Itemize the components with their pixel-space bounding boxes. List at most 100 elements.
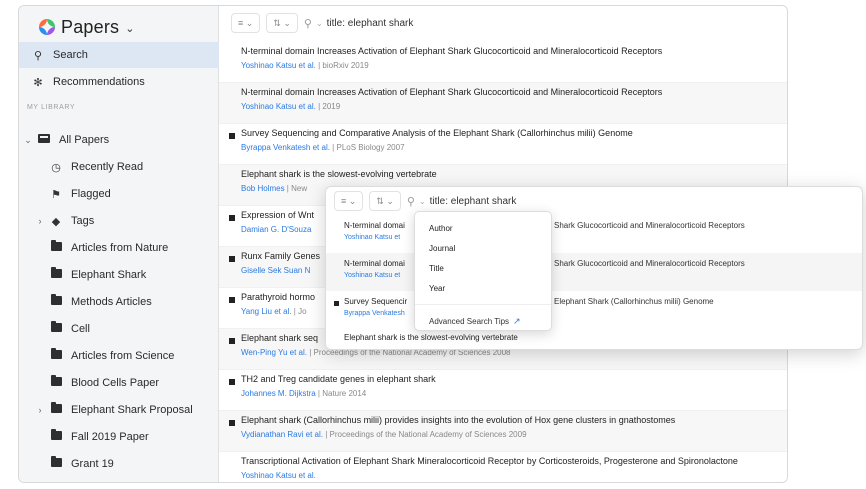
result-row[interactable]: Survey Sequencing and Comparative Analys… <box>219 124 787 165</box>
unread-marker-icon <box>334 301 339 306</box>
sidebar-item-label: Elephant Shark Proposal <box>71 404 193 416</box>
menu-item-label: Advanced Search Tips <box>429 316 510 326</box>
result-title: Elephant shark is the slowest-evolving v… <box>344 333 518 342</box>
menu-item-year[interactable]: Year <box>415 278 551 298</box>
result-title: TH2 and Treg candidate genes in elephant… <box>241 374 436 384</box>
chevron-right-icon[interactable]: › <box>35 405 45 415</box>
result-source: | Proceedings of the National Academy of… <box>322 430 527 439</box>
search-icon: ⚲ <box>303 17 312 30</box>
app-switcher[interactable]: Papers ⌄ <box>39 14 134 40</box>
search-icon: ⚲ <box>33 49 43 62</box>
result-row[interactable]: Elephant shark (Callorhinchus milii) pro… <box>219 411 787 452</box>
search-bar[interactable]: ⚲ ⌄ title: elephant shark <box>304 13 775 33</box>
sidebar-item-recommendations[interactable]: ✻ Recommendations <box>19 69 219 95</box>
smart-folder-icon <box>49 348 63 362</box>
sidebar-item-label: Grant 19 <box>71 458 114 470</box>
sidebar-item-methods-articles[interactable]: Methods Articles <box>19 289 219 315</box>
result-title: N-terminal domain Increases Activation o… <box>241 87 663 97</box>
result-row[interactable]: N-terminal domain Increases Activation o… <box>219 83 787 124</box>
search-input[interactable]: title: elephant shark <box>327 18 414 29</box>
sidebar-item-label: Tags <box>71 215 95 227</box>
result-author[interactable]: Yoshinao Katsu et al. <box>241 471 316 480</box>
result-row[interactable]: TH2 and Treg candidate genes in elephant… <box>219 370 787 411</box>
result-source: | Nature 2014 <box>315 389 367 398</box>
search-bar[interactable]: ⚲ ⌄ title: elephant shark <box>407 191 850 211</box>
search-input[interactable]: title: elephant shark <box>430 196 517 207</box>
result-source: | Jo <box>291 307 307 316</box>
tag-icon: ◆ <box>51 215 61 228</box>
chevron-down-icon: ⌄ <box>125 23 135 35</box>
sidebar-item-label: Cell <box>71 323 90 335</box>
result-title-continued: Shark Glucocorticoid and Mineralocortico… <box>554 221 745 230</box>
result-title-continued: Shark Glucocorticoid and Mineralocortico… <box>554 259 745 268</box>
sidebar-item-articles-from-nature[interactable]: Articles from Nature <box>19 235 219 261</box>
result-row[interactable]: N-terminal domai Yoshinao Katsu et Shark… <box>326 215 862 253</box>
sidebar-item-blood-cells-paper[interactable]: Blood Cells Paper <box>19 370 219 396</box>
unread-marker-icon <box>229 215 235 221</box>
sidebar-item-elephant-shark[interactable]: Elephant Shark <box>19 262 219 288</box>
menu-divider <box>415 304 551 305</box>
smart-folder-icon <box>49 321 63 335</box>
sidebar-item-elephant-shark-proposal[interactable]: › Elephant Shark Proposal <box>19 397 219 423</box>
sidebar-item-label: All Papers <box>59 134 110 146</box>
search-scope-dropdown[interactable]: ⌄ <box>419 197 426 206</box>
sort-button[interactable]: ⇅ ⌄ <box>369 191 401 211</box>
folder-icon <box>49 402 63 416</box>
folder-icon <box>49 429 63 443</box>
sidebar-item-fall-2019-paper[interactable]: Fall 2019 Paper <box>19 424 219 450</box>
result-row[interactable]: N-terminal domai Yoshinao Katsu et Shark… <box>326 253 862 291</box>
result-author[interactable]: Yoshinao Katsu et al. <box>241 61 316 70</box>
unread-marker-icon <box>229 133 235 139</box>
sidebar-item-label: Recently Read <box>71 161 144 173</box>
result-author[interactable]: Byrappa Venkatesh et al. <box>241 143 330 152</box>
result-author[interactable]: Vydianathan Ravi et al. <box>241 430 323 439</box>
chevron-right-icon[interactable]: › <box>35 216 45 226</box>
sidebar-item-tags[interactable]: › ◆ Tags <box>19 208 219 234</box>
sidebar-item-recently-read[interactable]: ◷ Recently Read <box>19 154 219 180</box>
sidebar-item-label: Recommendations <box>53 76 145 88</box>
sidebar-item-search[interactable]: ⚲ Search <box>19 42 219 68</box>
unread-marker-icon <box>229 297 235 303</box>
external-link-icon: ↗ <box>513 315 521 326</box>
search-icon: ⚲ <box>406 195 415 208</box>
sidebar-item-grant-19[interactable]: Grant 19 <box>19 451 219 477</box>
search-scope-dropdown[interactable]: ⌄ <box>316 19 323 28</box>
result-meta: Byrappa Venkatesh et al. | PLoS Biology … <box>241 143 777 152</box>
sidebar-item-cell[interactable]: Cell <box>19 316 219 342</box>
result-row[interactable]: Transcriptional Activation of Elephant S… <box>219 452 787 482</box>
result-source: | PLoS Biology 2007 <box>329 143 405 152</box>
sidebar-item-flagged[interactable]: ⚑ Flagged <box>19 181 219 207</box>
result-author[interactable]: Bob Holmes <box>241 184 285 193</box>
sidebar-item-label: Elephant Shark <box>71 269 147 281</box>
result-author[interactable]: Wen-Ping Yu et al. <box>241 348 307 357</box>
result-meta: Yoshinao Katsu et al. <box>241 471 777 480</box>
list-view-button[interactable]: ≡ ⌄ <box>231 13 261 33</box>
sidebar-item-articles-from-science[interactable]: Articles from Science <box>19 343 219 369</box>
menu-item-title[interactable]: Title <box>415 258 551 278</box>
list-view-button[interactable]: ≡ ⌄ <box>334 191 364 211</box>
smart-folder-icon <box>49 240 63 254</box>
result-author[interactable]: Yoshinao Katsu et al. <box>241 102 316 111</box>
menu-item-advanced-search-tips[interactable]: Advanced Search Tips ↗ <box>415 311 551 331</box>
result-source: | New <box>284 184 308 193</box>
sort-button[interactable]: ⇅ ⌄ <box>266 13 298 33</box>
folder-icon <box>49 456 63 470</box>
result-author[interactable]: Yang Liu et al. <box>241 307 292 316</box>
result-author[interactable]: Damian G. D'Souza <box>241 225 311 234</box>
result-author[interactable]: Giselle Sek Suan N <box>241 266 310 275</box>
sidebar-item-label: Articles from Science <box>71 350 175 362</box>
result-title: Elephant shark (Callorhinchus milii) pro… <box>241 415 676 425</box>
result-row[interactable]: Survey Sequencir Byrappa Venkatesh Eleph… <box>326 291 862 329</box>
menu-item-journal[interactable]: Journal <box>415 238 551 258</box>
sidebar-item-label: Articles from Nature <box>71 242 169 254</box>
chevron-down-icon[interactable]: ⌄ <box>23 135 33 146</box>
overlay-toolbar: ≡ ⌄ ⇅ ⌄ ⚲ ⌄ title: elephant shark <box>326 187 862 215</box>
toolbar: ≡ ⌄ ⇅ ⌄ ⚲ ⌄ title: elephant shark <box>219 6 787 40</box>
unread-marker-icon <box>229 379 235 385</box>
result-author[interactable]: Johannes M. Dijkstra <box>241 389 316 398</box>
result-title: N-terminal domain Increases Activation o… <box>241 46 663 56</box>
result-row[interactable]: N-terminal domain Increases Activation o… <box>219 42 787 83</box>
clock-icon: ◷ <box>51 161 61 174</box>
menu-item-author[interactable]: Author <box>415 218 551 238</box>
sidebar-item-all-papers[interactable]: ⌄ All Papers <box>19 127 219 153</box>
